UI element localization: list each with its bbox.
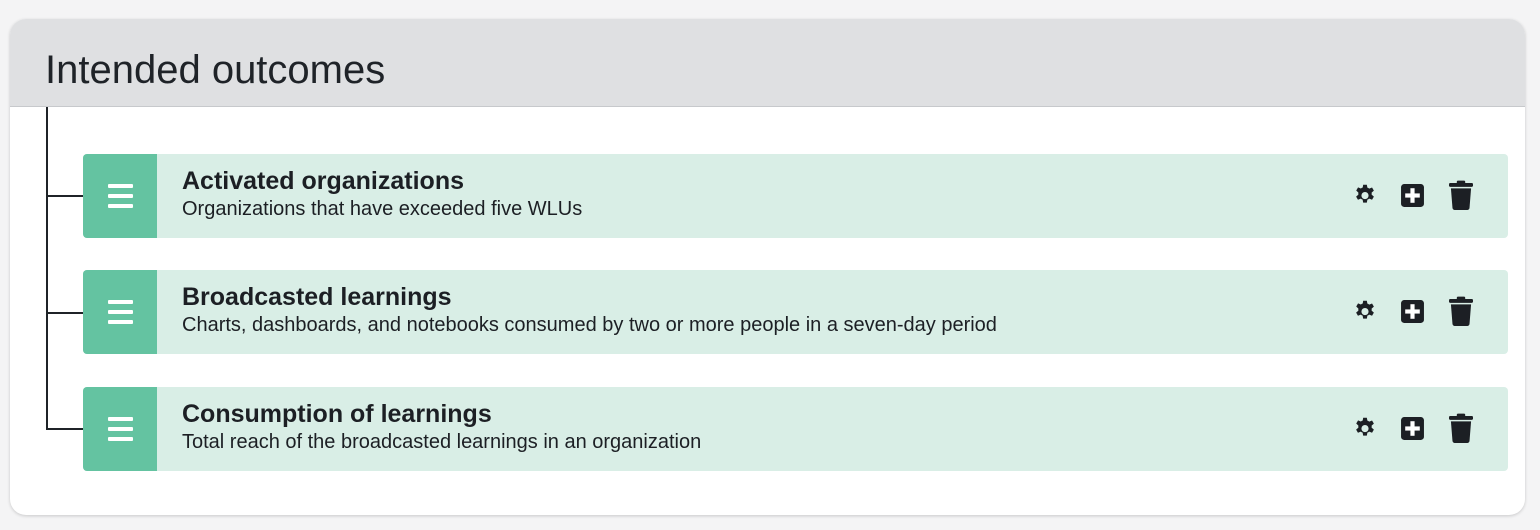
plus-square-icon	[1401, 183, 1424, 207]
panel-title: Intended outcomes	[45, 48, 386, 92]
trash-icon	[1448, 180, 1473, 210]
trash-icon	[1448, 413, 1473, 443]
plus-square-icon	[1401, 299, 1424, 323]
outcome-item[interactable]: Activated organizations Organizations th…	[83, 154, 1508, 238]
delete-button[interactable]	[1447, 296, 1474, 326]
plus-square-icon	[1401, 416, 1424, 440]
drag-handle-icon	[108, 184, 133, 208]
outcome-title: Consumption of learnings	[182, 400, 492, 428]
add-child-button[interactable]	[1399, 413, 1426, 443]
tree-branch-line	[46, 195, 84, 197]
drag-handle-icon	[108, 417, 133, 441]
gear-icon	[1355, 417, 1374, 436]
settings-button[interactable]	[1351, 296, 1378, 326]
gear-icon	[1355, 184, 1374, 203]
gear-icon	[1355, 300, 1374, 319]
outcome-item[interactable]: Broadcasted learnings Charts, dashboards…	[83, 270, 1508, 354]
outcome-actions	[1351, 296, 1474, 328]
add-child-button[interactable]	[1399, 180, 1426, 210]
trash-icon	[1448, 296, 1473, 326]
outcome-title: Activated organizations	[182, 167, 464, 195]
outcome-actions	[1351, 413, 1474, 445]
outcome-title: Broadcasted learnings	[182, 283, 452, 311]
tree-branch-line	[46, 312, 84, 314]
outcome-description: Total reach of the broadcasted learnings…	[182, 431, 702, 453]
tree-trunk-line	[46, 107, 48, 430]
intended-outcomes-panel: Intended outcomes Activated organization…	[10, 19, 1525, 515]
delete-button[interactable]	[1447, 180, 1474, 210]
drag-handle[interactable]	[83, 270, 157, 354]
drag-handle[interactable]	[83, 387, 157, 471]
outcome-actions	[1351, 180, 1474, 212]
outcome-description: Charts, dashboards, and notebooks consum…	[182, 314, 997, 336]
outcome-description: Organizations that have exceeded five WL…	[182, 198, 583, 220]
settings-button[interactable]	[1351, 413, 1378, 443]
drag-handle[interactable]	[83, 154, 157, 238]
outcome-item[interactable]: Consumption of learnings Total reach of …	[83, 387, 1508, 471]
panel-header: Intended outcomes	[10, 19, 1525, 107]
settings-button[interactable]	[1351, 180, 1378, 210]
delete-button[interactable]	[1447, 413, 1474, 443]
add-child-button[interactable]	[1399, 296, 1426, 326]
tree-branch-line	[46, 428, 84, 430]
drag-handle-icon	[108, 300, 133, 324]
